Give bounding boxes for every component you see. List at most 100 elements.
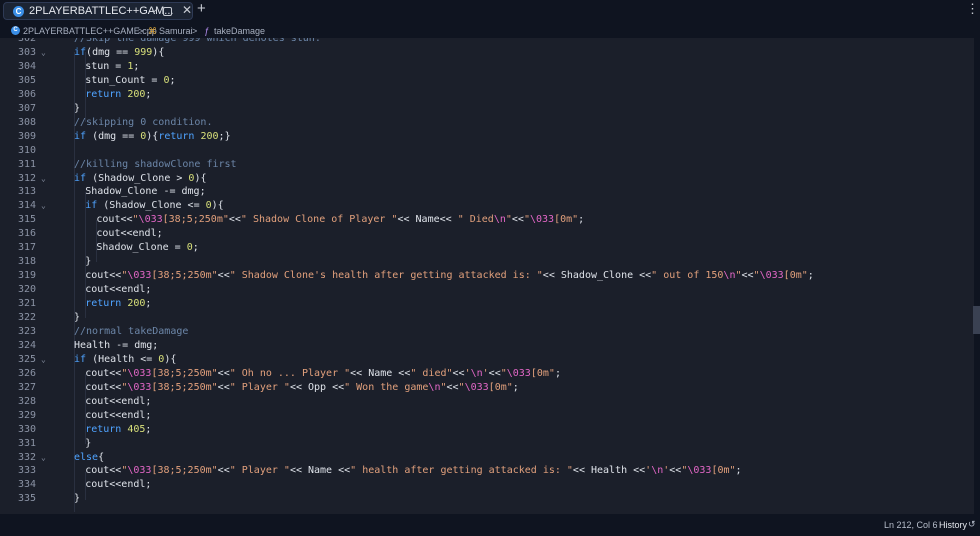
line-number: 303 — [17, 46, 36, 58]
code-token: << — [669, 465, 682, 477]
code-line[interactable]: 325 ⌄ if (Health <= 0){ — [0, 353, 974, 367]
new-tab-plus-icon[interactable]: + — [197, 0, 206, 17]
code-token: << Shadow_Clone << — [542, 270, 652, 282]
code-text: cout<<endl; — [85, 283, 151, 297]
code-line[interactable]: 312 ⌄ if (Shadow_Clone > 0){ — [0, 172, 974, 186]
code-token: << Name << — [289, 465, 351, 477]
code-line[interactable]: 307} — [0, 102, 974, 116]
code-token: //killing shadowClone first — [74, 158, 237, 170]
code-token: } — [74, 312, 81, 323]
code-token: " died" — [410, 367, 453, 379]
code-line[interactable]: 309 if (dmg == 0){return 200;} — [0, 130, 974, 144]
code-line[interactable]: 311 //killing shadowClone first — [0, 158, 974, 172]
code-token: ; — [192, 242, 199, 254]
code-text: return 200; — [85, 297, 151, 311]
code-line[interactable]: 305 stun_Count = 0; — [0, 74, 974, 88]
code-text: cout<<endl; — [96, 227, 162, 241]
history-icon[interactable]: ↺ — [968, 519, 976, 530]
code-line[interactable]: 323 //normal takeDamage — [0, 325, 974, 339]
code-line[interactable]: 332 ⌄ else{ — [0, 451, 974, 465]
code-line[interactable]: 302 //Skip the damage 999 which denotes s… — [0, 38, 974, 46]
code-line[interactable]: 333 cout<<"\033[38;5;250m"<<" Player "<< … — [0, 464, 974, 478]
code-token: << Name << — [350, 367, 411, 379]
code-token: cout<<endl; — [85, 479, 152, 491]
code-text: } — [85, 437, 91, 451]
code-line[interactable]: 308 //skipping 0 condition. — [0, 116, 974, 130]
code-line[interactable]: 324 Health -= dmg; — [0, 339, 974, 353]
line-number: 318 — [17, 256, 36, 268]
code-line[interactable]: 330 return 405; — [0, 423, 974, 437]
code-token: 200 — [127, 88, 146, 100]
close-icon[interactable]: ✕ — [182, 3, 192, 17]
code-token: \033 — [138, 214, 163, 226]
code-token: } — [74, 493, 81, 505]
code-line[interactable]: 310 — [0, 144, 974, 158]
code-text: //killing shadowClone first — [74, 158, 237, 172]
tab-bar: C 2PLAYERBATTLEC++GAM... ⌄ ✕ + ⋮ — [0, 0, 980, 22]
line-number: 305 — [17, 74, 36, 86]
save-icon[interactable] — [163, 7, 172, 16]
code-text: stun_Count = 0; — [85, 74, 175, 88]
scrollbar-thumb[interactable] — [973, 306, 980, 334]
code-line[interactable]: 313 Shadow_Clone -= dmg; — [0, 185, 974, 199]
code-token: [0m" — [488, 381, 513, 393]
code-line[interactable]: 304 stun = 1; — [0, 60, 974, 74]
code-line[interactable]: 329 cout<<endl; — [0, 409, 974, 423]
code-token: \033 — [127, 270, 152, 282]
code-line[interactable]: 328 cout<<endl; — [0, 395, 974, 409]
code-text: if (Shadow_Clone <= 0){ — [85, 199, 224, 213]
code-token: \n — [723, 270, 736, 282]
code-line[interactable]: 331} — [0, 437, 974, 451]
breadcrumb-class[interactable]: Samurai — [159, 26, 193, 36]
breadcrumb-file[interactable]: 2PLAYERBATTLEC++GAME.cpp — [23, 26, 157, 36]
code-line[interactable]: 327 cout<<"\033[38;5;250m"<<" Player "<< … — [0, 381, 974, 395]
code-editor[interactable]: 302 //Skip the damage 999 which denotes s… — [0, 38, 974, 514]
line-number: 335 — [17, 493, 36, 505]
code-line[interactable]: 335} — [0, 492, 974, 506]
code-line[interactable]: 317 Shadow_Clone = 0; — [0, 241, 974, 255]
code-line[interactable]: 319 cout<<"\033[38;5;250m"<<" Shadow Clon… — [0, 269, 974, 283]
code-line[interactable]: 306 return 200; — [0, 88, 974, 102]
code-token: [38;5;250m" — [162, 214, 229, 226]
code-text: Health -= dmg; — [74, 339, 158, 353]
class-icon: ⌘ — [148, 26, 157, 36]
line-number: 324 — [17, 339, 36, 351]
fold-chevron-icon[interactable]: ⌄ — [41, 451, 46, 465]
fold-chevron-icon[interactable]: ⌄ — [41, 172, 46, 186]
code-token: ; — [807, 270, 814, 282]
fold-chevron-icon[interactable]: ⌄ — [41, 353, 46, 367]
code-line[interactable]: 314 ⌄ if (Shadow_Clone <= 0){ — [0, 199, 974, 213]
code-line[interactable]: 303 ⌄ if(dmg == 999){ — [0, 46, 974, 60]
code-line[interactable]: 322} — [0, 311, 974, 325]
code-line[interactable]: 315 cout<<"\033[38;5;250m"<<" Shadow Clon… — [0, 213, 974, 227]
code-text: Shadow_Clone -= dmg; — [85, 185, 205, 199]
code-token: << — [511, 214, 524, 226]
history-button[interactable]: History — [939, 520, 967, 530]
code-token: \n — [428, 381, 441, 393]
code-line[interactable]: 320 cout<<endl; — [0, 283, 974, 297]
fold-chevron-icon[interactable]: ⌄ — [41, 199, 46, 213]
code-token: 405 — [127, 423, 146, 435]
line-number: 332 — [17, 451, 36, 463]
code-text: if (Health <= 0){ — [74, 353, 176, 367]
code-token: (dmg == — [86, 130, 141, 142]
code-text: stun = 1; — [85, 60, 139, 74]
chevron-down-icon[interactable]: ⌄ — [150, 4, 158, 15]
code-line[interactable]: 316 cout<<endl; — [0, 227, 974, 241]
code-token: //Skip the damage 999 which denotes stun… — [74, 38, 321, 44]
line-number: 314 — [17, 200, 36, 212]
editor-tab[interactable]: C 2PLAYERBATTLEC++GAM... ⌄ ✕ — [3, 2, 193, 20]
code-line[interactable]: 318} — [0, 255, 974, 269]
line-number: 330 — [17, 423, 36, 435]
more-options-icon[interactable]: ⋮ — [966, 1, 979, 17]
code-text: } — [85, 255, 91, 269]
line-number: 311 — [17, 158, 36, 170]
code-line[interactable]: 334 cout<<endl; — [0, 478, 974, 492]
breadcrumb-method[interactable]: takeDamage — [214, 26, 265, 36]
code-line[interactable]: 326 cout<<"\033[38;5;250m"<<" Oh no ... P… — [0, 367, 974, 381]
fold-chevron-icon[interactable]: ⌄ — [41, 46, 46, 60]
code-line[interactable]: 321 return 200; — [0, 297, 974, 311]
code-token: (dmg == — [86, 46, 135, 58]
cursor-position[interactable]: Ln 212, Col 6 — [884, 520, 938, 530]
code-token: \033 — [127, 367, 152, 379]
